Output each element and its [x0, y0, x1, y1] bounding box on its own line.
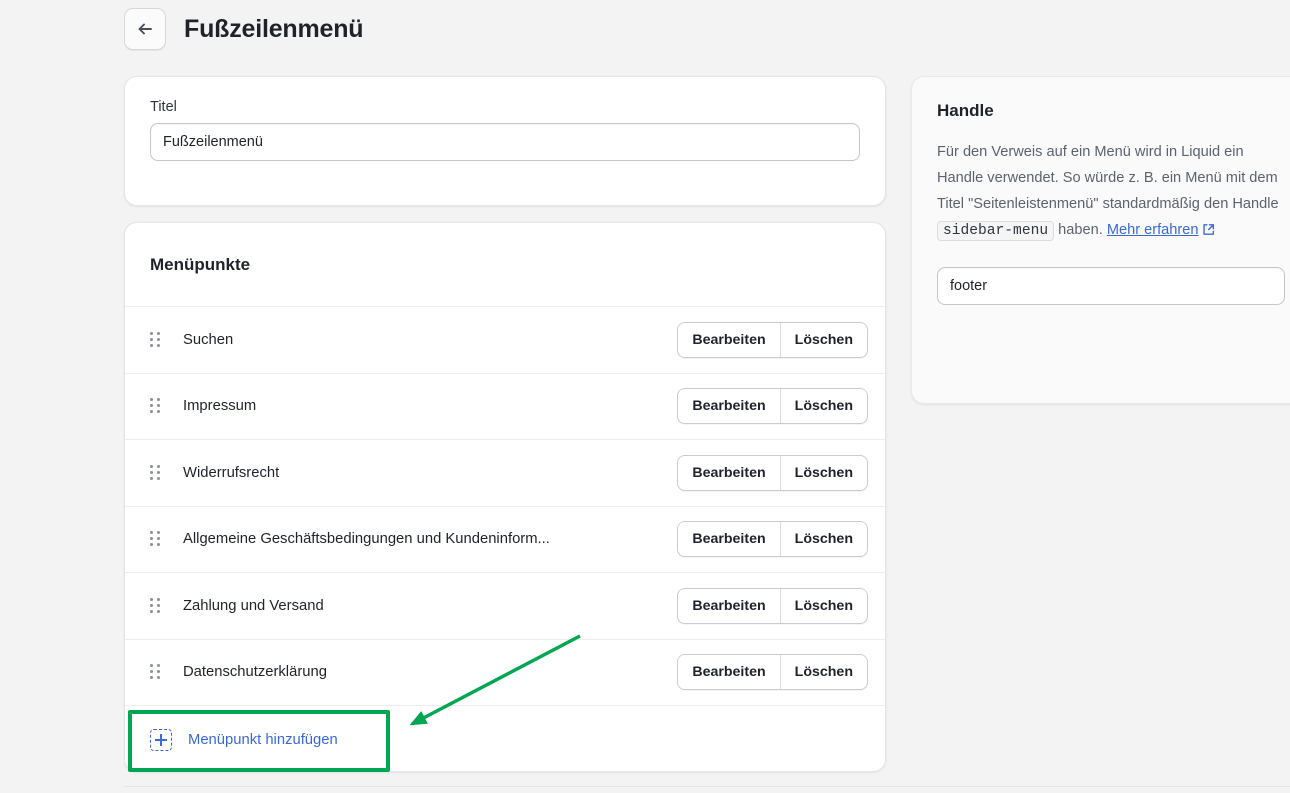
- menu-item-label: Impressum: [183, 398, 257, 415]
- add-menu-item-button[interactable]: Menüpunkt hinzufügen: [150, 728, 338, 751]
- handle-description-part2: haben.: [1054, 222, 1107, 238]
- row-actions: Bearbeiten Löschen: [677, 654, 868, 691]
- edit-button[interactable]: Bearbeiten: [678, 522, 780, 557]
- handle-panel-title: Handle: [937, 101, 994, 120]
- delete-button[interactable]: Löschen: [779, 522, 867, 557]
- title-input[interactable]: [150, 123, 860, 161]
- edit-button[interactable]: Bearbeiten: [678, 389, 780, 424]
- learn-more-link[interactable]: Mehr erfahren: [1107, 222, 1199, 238]
- row-actions: Bearbeiten Löschen: [677, 388, 868, 425]
- table-row[interactable]: Zahlung und Versand Bearbeiten Löschen: [125, 572, 885, 639]
- handle-input[interactable]: [937, 267, 1285, 305]
- delete-button[interactable]: Löschen: [779, 588, 867, 623]
- table-row[interactable]: Datenschutzerklärung Bearbeiten Löschen: [125, 638, 885, 706]
- edit-button[interactable]: Bearbeiten: [678, 588, 780, 623]
- handle-code-sample: sidebar-menu: [937, 221, 1055, 241]
- arrow-left-icon: [135, 19, 155, 39]
- title-card: Titel: [124, 76, 886, 206]
- handle-panel-description: Für den Verweis auf ein Menü wird in Liq…: [937, 139, 1285, 245]
- row-actions: Bearbeiten Löschen: [677, 587, 868, 624]
- menu-item-label: Widerrufsrecht: [183, 464, 280, 481]
- drag-handle-icon[interactable]: [150, 464, 164, 482]
- delete-button[interactable]: Löschen: [779, 322, 867, 357]
- back-button[interactable]: [124, 8, 166, 50]
- handle-panel: Handle Für den Verweis auf ein Menü wird…: [911, 76, 1290, 404]
- table-row[interactable]: Allgemeine Geschäftsbedingungen und Kund…: [125, 505, 885, 573]
- menu-item-label: Allgemeine Geschäftsbedingungen und Kund…: [183, 531, 550, 548]
- menu-item-label: Zahlung und Versand: [183, 597, 324, 614]
- edit-button[interactable]: Bearbeiten: [678, 455, 780, 490]
- external-link-icon: [1202, 219, 1215, 245]
- delete-button[interactable]: Löschen: [779, 455, 867, 490]
- page-title: Fußzeilenmenü: [184, 14, 364, 43]
- row-actions: Bearbeiten Löschen: [677, 321, 868, 358]
- row-actions: Bearbeiten Löschen: [677, 454, 868, 491]
- row-actions: Bearbeiten Löschen: [677, 521, 868, 558]
- bottom-divider: [124, 786, 1290, 787]
- add-menu-item-label: Menüpunkt hinzufügen: [188, 731, 338, 748]
- handle-description-part1: Für den Verweis auf ein Menü wird in Liq…: [937, 144, 1279, 212]
- delete-button[interactable]: Löschen: [779, 389, 867, 424]
- drag-handle-icon[interactable]: [150, 597, 164, 615]
- table-row[interactable]: Widerrufsrecht Bearbeiten Löschen: [125, 439, 885, 506]
- table-row[interactable]: Suchen Bearbeiten Löschen: [125, 306, 885, 373]
- drag-handle-icon[interactable]: [150, 530, 164, 548]
- app-page: Fußzeilenmenü Titel Menüpunkte Suchen Be…: [0, 0, 1290, 793]
- add-menu-item-row: Menüpunkt hinzufügen: [125, 705, 885, 773]
- delete-button[interactable]: Löschen: [779, 655, 867, 690]
- handle-input-wrap: [937, 267, 1285, 305]
- drag-handle-icon[interactable]: [150, 663, 164, 681]
- menu-item-label: Suchen: [183, 331, 234, 348]
- plus-square-dashed-icon: [150, 728, 172, 751]
- edit-button[interactable]: Bearbeiten: [678, 322, 780, 357]
- menu-items-card: Menüpunkte Suchen Bearbeiten Löschen Imp…: [124, 222, 886, 772]
- drag-handle-icon[interactable]: [150, 397, 164, 415]
- edit-button[interactable]: Bearbeiten: [678, 655, 780, 690]
- table-row[interactable]: Impressum Bearbeiten Löschen: [125, 372, 885, 440]
- title-field-label: Titel: [150, 99, 177, 115]
- menu-item-label: Datenschutzerklärung: [183, 664, 327, 681]
- page-header: Fußzeilenmenü: [124, 8, 364, 50]
- menu-items-heading: Menüpunkte: [150, 254, 251, 274]
- drag-handle-icon[interactable]: [150, 331, 164, 349]
